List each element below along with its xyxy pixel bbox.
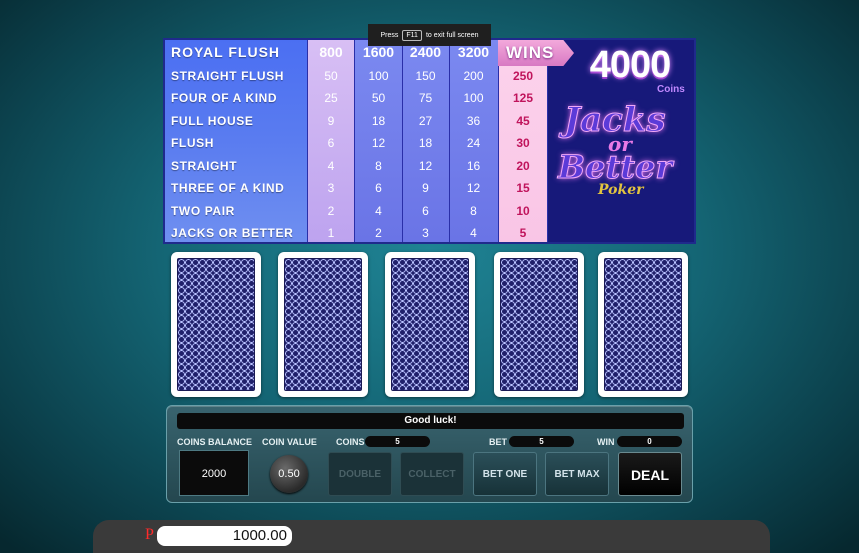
payout-value: 2 (327, 203, 335, 218)
collect-button[interactable]: COLLECT (400, 452, 464, 496)
fullscreen-hint: Press F11 to exit full screen (368, 24, 491, 46)
payout-value: 200 (463, 68, 484, 83)
bet-one-button[interactable]: BET ONE (473, 452, 537, 496)
payout-win-value: 30 (516, 136, 530, 150)
win-display: 0 (617, 436, 682, 447)
card-back (177, 258, 255, 391)
payout-value: 800 (319, 44, 343, 60)
payout-win-value: 5 (519, 226, 527, 240)
coins-display: 5 (365, 436, 430, 447)
card-back (391, 258, 469, 391)
payout-value: 75 (418, 91, 433, 105)
message-bar: Good luck! (177, 413, 684, 429)
paytable: ROYAL FLUSH 800 1600 2400 3200 STRAIGHT … (163, 38, 696, 244)
coin-value-button[interactable]: 0.50 (270, 455, 308, 493)
coins-balance-display: 2000 (179, 450, 249, 496)
payout-win-value: 125 (512, 91, 534, 105)
wins-tag: WINS (498, 40, 574, 66)
hint-prefix: Press (380, 31, 399, 39)
bet-label: BET (489, 437, 507, 447)
bottom-bar: P 1000.00 (93, 520, 770, 553)
payout-value: 18 (371, 113, 386, 128)
payout-win-value: 20 (516, 158, 530, 173)
payout-value: 2 (375, 226, 382, 240)
payout-value: 4 (375, 203, 382, 218)
coins-label: Coins (657, 84, 685, 95)
payout-value: 36 (466, 113, 481, 128)
hand-name: FLUSH (171, 136, 214, 150)
payout-value: 6 (327, 136, 335, 150)
hand-name: STRAIGHT FLUSH (171, 68, 285, 83)
hand-name: ROYAL FLUSH (171, 44, 281, 60)
jacks-or-better-logo: Jacks or Better Poker (557, 98, 694, 228)
control-panel: Good luck! COINS BALANCE 2000 COIN VALUE… (166, 405, 693, 503)
hand-name: FOUR OF A KIND (171, 91, 278, 105)
payout-value: 9 (327, 113, 335, 128)
payout-value: 6 (375, 181, 382, 195)
account-balance: 1000.00 (157, 526, 292, 546)
hint-suffix: to exit full screen (425, 31, 479, 39)
payout-value: 6 (422, 203, 429, 218)
payout-value: 50 (371, 91, 386, 105)
win-label: WIN (597, 437, 615, 447)
coin-value-label: COIN VALUE (262, 437, 317, 447)
payout-value: 4 (327, 158, 335, 173)
payout-value: 25 (324, 91, 338, 105)
payout-value: 3 (422, 226, 429, 240)
hand-name: TWO PAIR (171, 203, 235, 218)
payout-value: 18 (418, 136, 433, 150)
card-slot-3[interactable] (385, 252, 475, 397)
payout-value: 12 (371, 136, 386, 150)
payout-value: 12 (418, 158, 433, 173)
payout-value: 8 (470, 203, 477, 218)
payout-value: 100 (368, 68, 389, 83)
double-button[interactable]: DOUBLE (328, 452, 392, 496)
payout-win-value: 15 (516, 181, 530, 195)
payout-value: 4 (470, 226, 477, 240)
currency-symbol: P (145, 526, 154, 543)
card-back (284, 258, 362, 391)
payout-value: 16 (466, 158, 481, 173)
payout-value: 24 (466, 136, 481, 150)
card-slot-2[interactable] (278, 252, 368, 397)
payout-value: 3 (327, 181, 335, 195)
hint-key: F11 (402, 29, 422, 41)
wins-amount: 4000 (589, 44, 672, 86)
card-slot-4[interactable] (494, 252, 584, 397)
bet-display: 5 (509, 436, 574, 447)
coins-label: COINS (336, 437, 365, 447)
deal-button[interactable]: DEAL (618, 452, 682, 496)
card-slot-1[interactable] (171, 252, 261, 397)
payout-value: 150 (415, 68, 436, 83)
hand-name: FULL HOUSE (171, 113, 254, 128)
payout-value: 8 (375, 158, 382, 173)
card-back (604, 258, 682, 391)
payout-value: 27 (418, 113, 433, 128)
payout-value: 9 (422, 181, 429, 195)
payout-value: 12 (466, 181, 481, 195)
payout-value: 100 (463, 91, 484, 105)
payout-win-value: 10 (516, 203, 530, 218)
hand-name: THREE OF A KIND (171, 181, 285, 195)
card-back (500, 258, 578, 391)
payout-value: 50 (324, 68, 338, 83)
hand-name: STRAIGHT (171, 158, 238, 173)
logo-line-4: Poker (598, 182, 644, 198)
payout-value: 1 (327, 226, 335, 240)
coins-balance-label: COINS BALANCE (177, 437, 253, 447)
payout-win-value: 45 (516, 113, 530, 128)
card-slot-5[interactable] (598, 252, 688, 397)
hand-name: JACKS OR BETTER (171, 226, 294, 240)
payout-win-value: 250 (512, 68, 534, 83)
logo-line-3: Better (557, 148, 673, 187)
bet-max-button[interactable]: BET MAX (545, 452, 609, 496)
